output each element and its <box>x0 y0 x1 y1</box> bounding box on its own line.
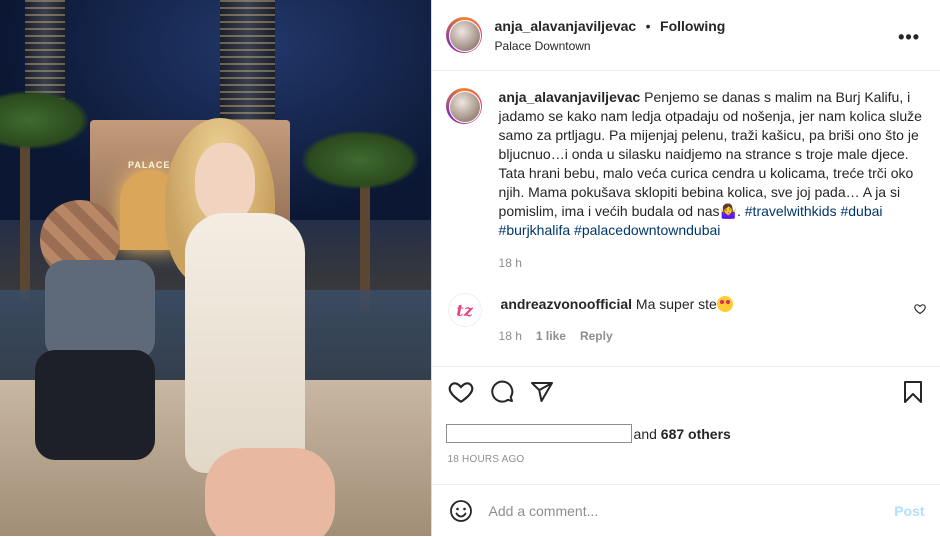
likes-summary: and 687 others <box>445 424 731 443</box>
comment-icon[interactable] <box>490 380 514 404</box>
caption-username[interactable]: anja_alavanjaviljevac <box>499 89 641 105</box>
comment-likes[interactable]: 1 like <box>536 329 566 343</box>
bookmark-icon[interactable] <box>902 380 924 404</box>
likes-prefix: and <box>633 425 657 442</box>
following-button[interactable]: Following <box>660 18 725 34</box>
comment-time[interactable]: 18 h <box>499 329 522 343</box>
palace-sign: PALACE <box>128 160 171 170</box>
post-container: PALACE anja_alavanjaviljevac • Following… <box>0 0 940 536</box>
add-comment-bar: Add a comment... Post <box>431 484 940 537</box>
reply-button[interactable]: Reply <box>580 329 613 343</box>
child-figure-blurred <box>30 200 170 470</box>
action-bar <box>431 366 940 419</box>
share-icon[interactable] <box>530 380 554 404</box>
woman-figure <box>165 118 340 536</box>
hashtag-link[interactable]: #palacedowntowndubai <box>574 222 720 238</box>
author-username[interactable]: anja_alavanjaviljevac <box>495 18 637 34</box>
caption-time[interactable]: 18 h <box>499 256 522 270</box>
author-avatar[interactable] <box>445 17 482 53</box>
post-timestamp[interactable]: 18 HOURS AGO <box>448 454 525 465</box>
heart-icon[interactable] <box>448 380 474 404</box>
woman-shrugging-icon: 🤷‍♀️ <box>719 203 737 219</box>
redacted-username-box <box>445 424 632 443</box>
commenter-avatar[interactable]: tz <box>447 293 482 327</box>
comment-text: andreazvonoofficial Ma super ste <box>501 296 733 327</box>
caption-text: anja_alavanjaviljevac Penjemo se danas s… <box>498 89 922 238</box>
emoji-smile-icon[interactable] <box>449 499 473 523</box>
likes-count[interactable]: 687 others <box>661 426 731 442</box>
post-side-panel: anja_alavanjaviljevac • Following Palace… <box>430 0 940 537</box>
post-header: anja_alavanjaviljevac • Following Palace… <box>431 0 940 71</box>
post-location[interactable]: Palace Downtown <box>495 39 726 53</box>
caption-author-avatar[interactable] <box>445 88 482 124</box>
hashtag-link[interactable]: #dubai <box>840 203 882 219</box>
post-comment-button[interactable]: Post <box>894 503 924 519</box>
hashtag-link[interactable]: #travelwithkids <box>745 203 837 219</box>
caption-body: Penjemo se danas s malim na Burj Kalifu,… <box>498 89 922 219</box>
comment-meta: 18 h 1 like Reply <box>499 329 613 343</box>
comment-body: Ma super ste <box>635 296 717 312</box>
post-caption: anja_alavanjaviljevac Penjemo se danas s… <box>445 88 926 240</box>
comment-input[interactable]: Add a comment... <box>489 503 895 519</box>
commenter-username[interactable]: andreazvonoofficial <box>501 296 632 312</box>
palm-tree <box>360 170 370 310</box>
comment-like-heart-icon[interactable] <box>914 303 926 315</box>
palm-tree <box>20 130 30 300</box>
hashtag-link[interactable]: #burjkhalifa <box>499 222 571 238</box>
separator-dot: • <box>645 17 651 34</box>
post-photo[interactable]: PALACE <box>0 0 431 536</box>
author-info: anja_alavanjaviljevac • Following Palace… <box>495 18 726 53</box>
heart-eyes-icon <box>716 296 733 312</box>
comment-item: tz andreazvonoofficial Ma super ste <box>446 293 926 327</box>
more-horizontal-icon[interactable]: ••• <box>898 27 920 48</box>
